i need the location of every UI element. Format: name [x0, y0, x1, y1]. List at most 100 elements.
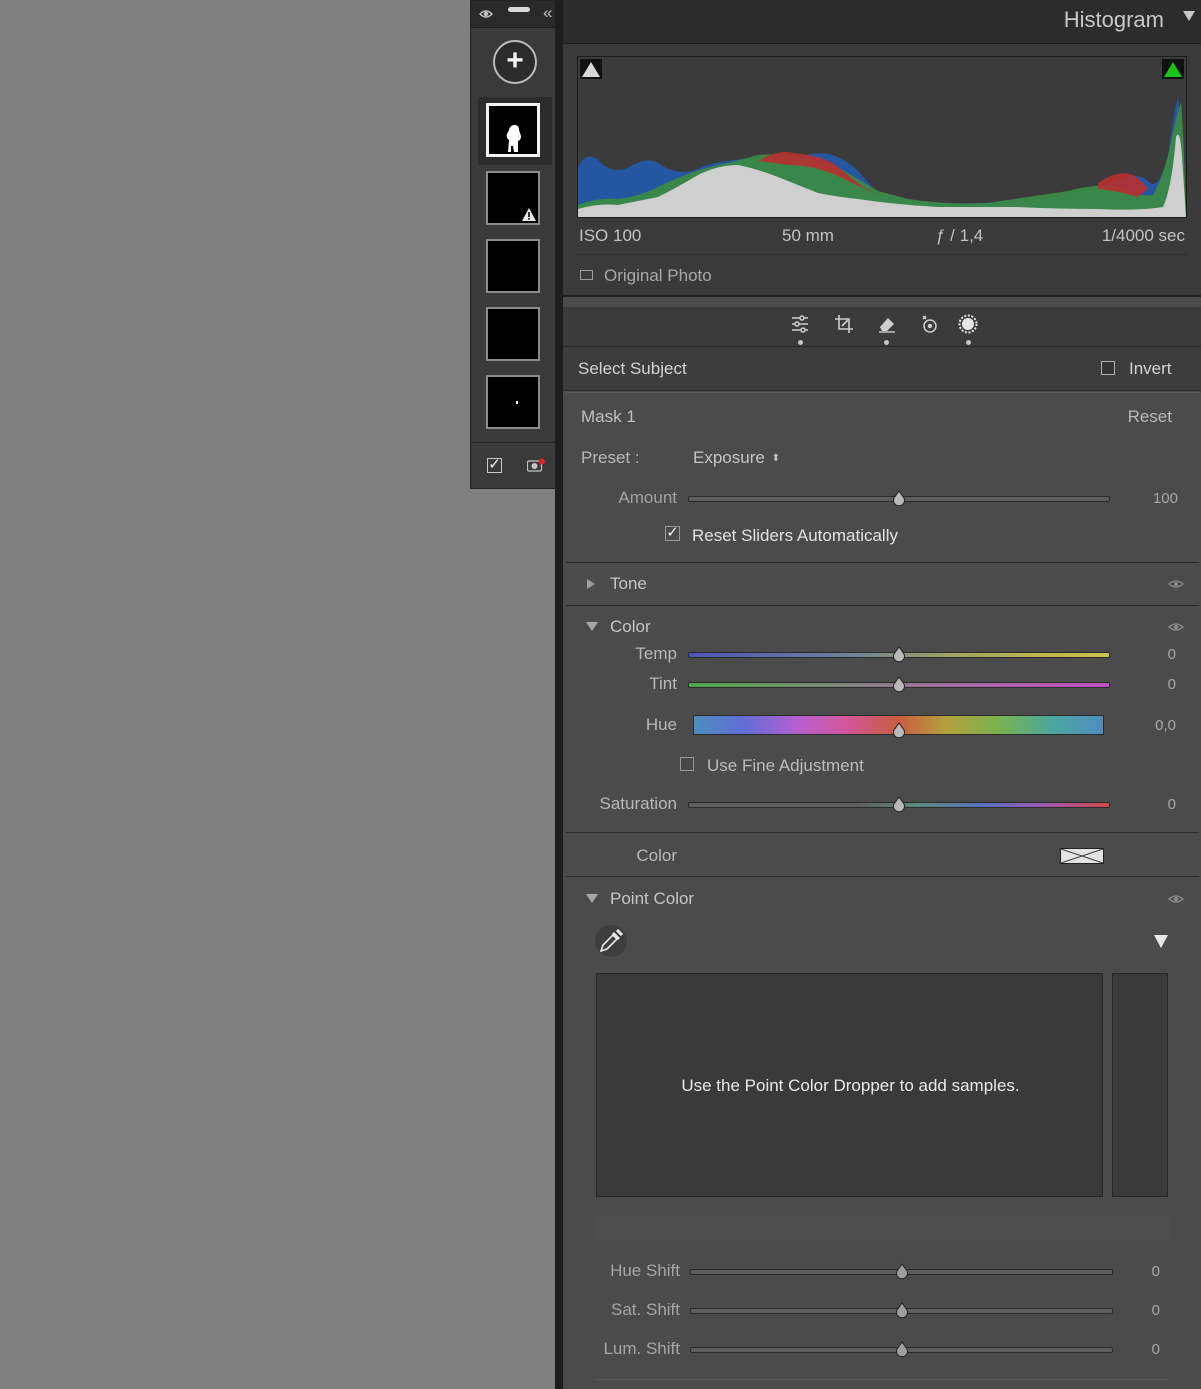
preset-dropdown[interactable]: Exposure ⬍ — [693, 448, 780, 468]
tone-section-title[interactable]: Tone — [610, 574, 647, 594]
histogram-header[interactable]: Histogram — [563, 0, 1201, 44]
point-color-collapse-triangle-icon[interactable] — [586, 894, 598, 903]
temp-slider-thumb[interactable] — [892, 646, 906, 663]
fine-adjustment-checkbox[interactable] — [680, 757, 694, 771]
section-divider — [596, 1379, 1169, 1380]
reset-sliders-label: Reset Sliders Automatically — [692, 526, 898, 545]
color-collapse-triangle-icon[interactable] — [586, 622, 598, 631]
histogram-title: Histogram — [1063, 7, 1164, 32]
masking-icon[interactable] — [957, 313, 979, 335]
invert-checkbox[interactable] — [1101, 361, 1115, 375]
hue-label: Hue — [645, 715, 677, 734]
tool-strip — [563, 307, 1201, 347]
samples-empty-strip — [596, 1215, 1169, 1241]
exif-iso: ISO 100 — [579, 226, 642, 245]
color-section-title[interactable]: Color — [610, 617, 651, 637]
section-divider — [566, 832, 1199, 833]
tool-indicator-dot — [966, 340, 971, 345]
show-overlay-eye-icon[interactable] — [479, 7, 493, 21]
show-overlay-checkbox[interactable]: ✓ — [487, 457, 502, 473]
mask-thumbnail-3[interactable] — [486, 239, 540, 293]
hue-shift-slider-thumb[interactable] — [895, 1263, 909, 1280]
tone-expand-triangle-icon[interactable] — [587, 579, 595, 589]
lum-shift-slider-thumb[interactable] — [895, 1341, 909, 1358]
tool-indicator-dot — [798, 340, 803, 345]
strip-divider — [471, 442, 558, 443]
hue-shift-label: Hue Shift — [610, 1261, 680, 1280]
exif-focal-length: 50 mm — [782, 226, 834, 245]
invert-label: Invert — [1129, 359, 1172, 378]
point-color-range-preview — [1112, 973, 1168, 1197]
crop-icon[interactable] — [833, 313, 855, 335]
point-color-samples-area: Use the Point Color Dropper to add sampl… — [596, 973, 1103, 1197]
collapse-chevron-icon[interactable]: « — [543, 3, 552, 23]
original-photo-label: Original Photo — [604, 266, 712, 285]
mask-strip: « + ✓ — [470, 0, 559, 489]
sat-shift-slider-thumb[interactable] — [895, 1302, 909, 1319]
mask-thumbnail-5[interactable] — [486, 375, 540, 429]
right-panel: Histogram ISO 100 50 mm ƒ / 1,4 1/4000 s… — [563, 0, 1201, 1389]
select-subject-label: Select Subject — [578, 359, 687, 378]
shadow-clipping-triangle-icon[interactable] — [580, 59, 602, 79]
fine-adjustment-label: Use Fine Adjustment — [707, 756, 864, 775]
overlay-color-icon[interactable] — [527, 458, 545, 472]
tool-indicator-dot — [884, 340, 889, 345]
amount-slider-thumb[interactable] — [892, 490, 906, 507]
mask-name: Mask 1 — [581, 407, 636, 426]
mask-thumbnail-2[interactable] — [486, 171, 540, 225]
hue-shift-value[interactable]: 0 — [1120, 1263, 1160, 1280]
lum-shift-value[interactable]: 0 — [1120, 1341, 1160, 1358]
histogram-graph[interactable] — [577, 56, 1187, 218]
temp-label: Temp — [635, 644, 677, 663]
subject-silhouette-icon — [506, 125, 521, 152]
sat-shift-value[interactable]: 0 — [1120, 1302, 1160, 1319]
point-color-dropper-button[interactable] — [595, 925, 627, 957]
hue-slider-thumb[interactable] — [892, 722, 906, 739]
tint-value[interactable]: 0 — [1136, 676, 1176, 693]
mask-thumbnail-4[interactable] — [486, 307, 540, 361]
color-swatch-label: Color — [636, 846, 677, 865]
sat-shift-label: Sat. Shift — [611, 1300, 680, 1319]
original-photo-checkbox[interactable] — [580, 270, 593, 280]
saturation-label: Saturation — [599, 794, 678, 813]
temp-value[interactable]: 0 — [1136, 646, 1176, 663]
warning-icon — [522, 208, 536, 221]
tint-slider-thumb[interactable] — [892, 676, 906, 693]
amount-value[interactable]: 100 — [1138, 490, 1178, 507]
point-color-empty-message: Use the Point Color Dropper to add sampl… — [681, 1076, 1020, 1095]
point-color-visibility-eye-icon[interactable] — [1168, 894, 1184, 904]
point-color-menu-triangle-icon[interactable] — [1154, 935, 1168, 948]
eyedropper-icon — [599, 928, 624, 953]
tone-visibility-eye-icon[interactable] — [1168, 579, 1184, 589]
saturation-value[interactable]: 0 — [1136, 796, 1176, 813]
healing-eraser-icon[interactable] — [876, 313, 898, 335]
exif-aperture: ƒ / 1,4 — [936, 226, 984, 245]
exif-divider — [577, 254, 1187, 255]
dropdown-arrows-icon: ⬍ — [771, 453, 780, 464]
reset-sliders-checkbox[interactable]: ✓ — [665, 525, 680, 541]
preset-label: Preset : — [581, 448, 640, 467]
color-visibility-eye-icon[interactable] — [1168, 622, 1184, 632]
minimize-bar-icon[interactable] — [508, 7, 530, 12]
point-color-section-title[interactable]: Point Color — [610, 889, 694, 909]
amount-label: Amount — [618, 488, 677, 507]
histogram-menu-triangle-icon[interactable] — [1183, 11, 1195, 21]
hue-value[interactable]: 0,0 — [1136, 717, 1176, 734]
exif-shutter-speed: 1/4000 sec — [1101, 226, 1185, 245]
histogram-curves — [578, 97, 1186, 217]
section-divider — [566, 605, 1199, 606]
add-mask-button[interactable]: + — [493, 40, 537, 84]
edit-sliders-icon[interactable] — [789, 313, 811, 335]
saturation-slider-thumb[interactable] — [892, 796, 906, 813]
histogram-area: ISO 100 50 mm ƒ / 1,4 1/4000 sec Origina… — [563, 44, 1201, 297]
color-swatch-none[interactable] — [1060, 848, 1104, 864]
mask-dot — [516, 401, 518, 404]
red-eye-icon[interactable] — [919, 313, 941, 335]
tint-label: Tint — [649, 674, 677, 693]
section-divider — [566, 562, 1199, 563]
preset-value: Exposure — [693, 448, 765, 467]
highlight-clipping-triangle-icon[interactable] — [1162, 59, 1184, 79]
mask-type-row: Select Subject Invert — [563, 347, 1201, 391]
reset-button[interactable]: Reset — [1128, 407, 1172, 427]
mask-thumbnail-1[interactable] — [486, 103, 540, 157]
